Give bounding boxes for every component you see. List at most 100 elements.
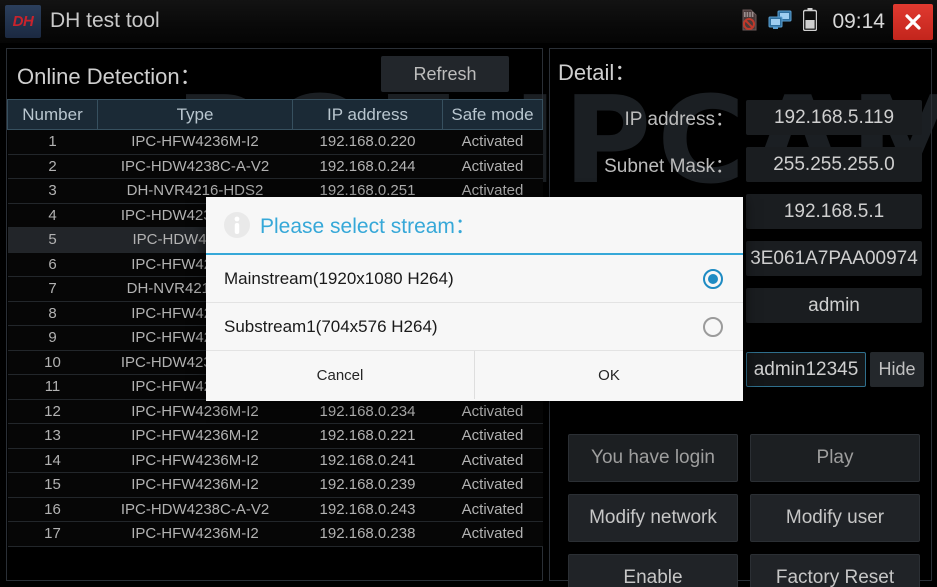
close-icon	[905, 14, 921, 30]
detail-field-row: IP address： 192.168.5.119	[550, 97, 933, 138]
battery-icon[interactable]	[803, 8, 818, 36]
system-clock: 09:14	[832, 10, 885, 33]
cell-safe-mode: Activated	[442, 497, 543, 522]
column-header-safe-mode[interactable]: Safe mode	[442, 99, 543, 130]
title-bar: DH DH test tool 09:14	[0, 0, 937, 44]
cell-ip: 192.168.0.238	[292, 521, 443, 547]
select-stream-dialog: Please select stream： Mainstream(1920x10…	[206, 197, 743, 401]
cell-number: 4	[7, 203, 98, 228]
cell-ip: 192.168.0.221	[292, 423, 443, 449]
dialog-option[interactable]: Mainstream(1920x1080 H264)	[206, 255, 743, 303]
dialog-header: Please select stream：	[206, 197, 743, 255]
detail-field-label: IP address：	[624, 109, 734, 130]
detail-button[interactable]: Enable	[568, 554, 738, 587]
radio-button-icon[interactable]	[703, 268, 723, 289]
cell-type: IPC-HFW4236M-I2	[97, 399, 293, 424]
cell-number: 9	[7, 325, 98, 351]
cell-number: 2	[7, 154, 98, 179]
detail-field-value[interactable]: 255.255.255.0	[746, 147, 922, 182]
cell-type: IPC-HFW4236M-I2	[97, 448, 293, 473]
cell-type: IPC-HDW4238C-A-V2	[97, 154, 293, 179]
detail-field-value[interactable]: 192.168.5.1	[746, 194, 922, 229]
refresh-button-label: Refresh	[413, 63, 477, 84]
column-header-ip[interactable]: IP address	[292, 99, 443, 130]
detail-title: Detail：	[558, 60, 637, 85]
cell-number: 1	[7, 129, 98, 155]
app-logo: DH	[5, 5, 41, 38]
cell-safe-mode: Activated	[442, 154, 543, 179]
table-row[interactable]: 12 IPC-HFW4236M-I2 192.168.0.234 Activated	[7, 399, 543, 424]
table-row[interactable]: 13 IPC-HFW4236M-I2 192.168.0.221 Activated	[7, 423, 543, 449]
cell-number: 17	[7, 521, 98, 547]
cell-ip: 192.168.0.241	[292, 448, 443, 473]
cell-ip: 192.168.0.243	[292, 497, 443, 522]
cell-ip: 192.168.0.239	[292, 472, 443, 498]
dialog-cancel-button[interactable]: Cancel	[206, 351, 474, 399]
cell-number: 16	[7, 497, 98, 522]
cell-number: 11	[7, 374, 98, 400]
detail-button[interactable]: Modify user	[750, 494, 920, 542]
detail-field-value[interactable]: 192.168.5.119	[746, 100, 922, 135]
detail-field-value[interactable]: 3E061A7PAA00974	[746, 241, 922, 276]
cell-type: IPC-HDW4238C-A-V2	[97, 497, 293, 522]
cell-number: 3	[7, 178, 98, 204]
cell-number: 10	[7, 350, 98, 375]
close-button[interactable]	[893, 4, 933, 40]
cell-number: 6	[7, 252, 98, 277]
online-detection-title: Online Detection：	[17, 64, 202, 89]
dialog-option-label: Mainstream(1920x1080 H264)	[224, 268, 454, 288]
cell-ip: 192.168.0.234	[292, 399, 443, 424]
cell-type: IPC-HFW4236M-I2	[97, 472, 293, 498]
cell-ip: 192.168.0.244	[292, 154, 443, 179]
cell-safe-mode: Activated	[442, 399, 543, 424]
dialog-ok-button[interactable]: OK	[475, 351, 743, 399]
cell-type: IPC-HFW4236M-I2	[97, 521, 293, 547]
detail-button[interactable]: Modify network	[568, 494, 738, 542]
cell-safe-mode: Activated	[442, 521, 543, 547]
hide-password-button[interactable]: Hide	[870, 352, 924, 387]
app-window: POE IPCAM DH DH test tool 09:14 Online D…	[0, 0, 937, 587]
table-header-row: Number Type IP address Safe mode	[7, 99, 543, 130]
dialog-option-label: Substream1(704x576 H264)	[224, 316, 438, 336]
detail-button[interactable]: You have login	[568, 434, 738, 482]
detail-button[interactable]: Factory Reset	[750, 554, 920, 587]
table-row[interactable]: 16 IPC-HDW4238C-A-V2 192.168.0.243 Activate…	[7, 497, 543, 522]
table-row[interactable]: 14 IPC-HFW4236M-I2 192.168.0.241 Activated	[7, 448, 543, 473]
column-header-type[interactable]: Type	[97, 99, 293, 130]
detail-field-row: Subnet Mask： 255.255.255.0	[550, 144, 933, 185]
column-header-number[interactable]: Number	[7, 99, 98, 130]
detail-field-label: Subnet Mask：	[604, 156, 734, 177]
cell-type: IPC-HFW4236M-I2	[97, 129, 293, 155]
table-row[interactable]: 17 IPC-HFW4236M-I2 192.168.0.238 Activated	[7, 521, 543, 547]
app-logo-text: DH	[12, 13, 34, 30]
online-detection-header: Online Detection： Refresh	[7, 49, 542, 99]
detail-button[interactable]: Play	[750, 434, 920, 482]
cell-number: 14	[7, 448, 98, 473]
sdcard-disabled-icon[interactable]	[740, 9, 757, 36]
cell-ip: 192.168.0.220	[292, 129, 443, 155]
refresh-button[interactable]: Refresh	[381, 56, 509, 92]
info-icon	[222, 210, 252, 240]
cell-number: 8	[7, 301, 98, 326]
dialog-actions: Cancel OK	[206, 351, 743, 399]
table-row[interactable]: 1 IPC-HFW4236M-I2 192.168.0.220 Activated	[7, 129, 543, 155]
device-table-header: Number Type IP address Safe mode	[7, 99, 543, 130]
table-row[interactable]: 2 IPC-HDW4238C-A-V2 192.168.0.244 Activated	[7, 154, 543, 179]
app-title: DH test tool	[50, 9, 160, 32]
detail-field-value[interactable]: admin	[746, 288, 922, 323]
password-field[interactable]: admin12345	[746, 352, 866, 387]
radio-button-icon[interactable]	[703, 316, 723, 337]
cell-number: 12	[7, 399, 98, 424]
network-icon[interactable]	[768, 10, 792, 35]
cell-safe-mode: Activated	[442, 129, 543, 155]
system-tray: 09:14	[740, 0, 885, 44]
cell-safe-mode: Activated	[442, 423, 543, 449]
cell-number: 5	[7, 227, 98, 253]
cell-safe-mode: Activated	[442, 448, 543, 473]
dialog-option[interactable]: Substream1(704x576 H264)	[206, 303, 743, 351]
cell-type: IPC-HFW4236M-I2	[97, 423, 293, 449]
cell-number: 7	[7, 276, 98, 302]
dialog-option-list: Mainstream(1920x1080 H264) Substream1(704…	[206, 255, 743, 351]
table-row[interactable]: 15 IPC-HFW4236M-I2 192.168.0.239 Activated	[7, 472, 543, 498]
cell-number: 15	[7, 472, 98, 498]
